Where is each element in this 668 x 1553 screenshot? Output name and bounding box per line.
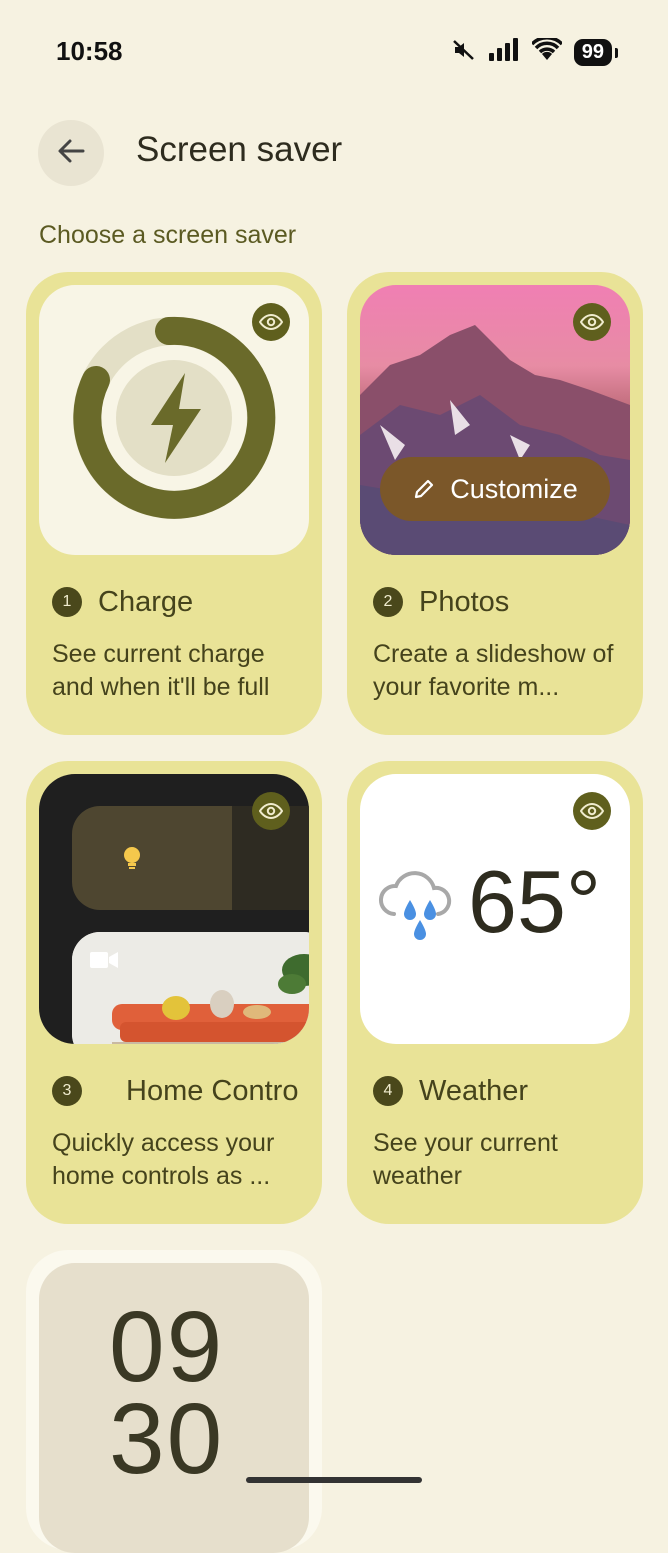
card-number-badge: 2 — [373, 587, 403, 617]
card-name: Charge — [98, 585, 194, 618]
card-name: Weather — [419, 1074, 529, 1107]
rain-cloud-icon — [378, 871, 452, 940]
eye-icon — [259, 802, 283, 820]
card-name-row: 4 Weather — [373, 1073, 528, 1109]
card-name: Home Contro — [126, 1074, 299, 1107]
eye-icon — [580, 313, 604, 331]
lightbulb-icon — [124, 847, 140, 869]
camera-tile — [72, 932, 309, 1044]
back-button[interactable] — [38, 120, 104, 186]
card-description: Quickly access your home controls as ... — [52, 1129, 275, 1190]
card-number-badge: 4 — [373, 1076, 403, 1106]
edit-pencil-icon — [415, 479, 434, 499]
weather-preview: 65° — [360, 774, 630, 1044]
card-name-row: 3 Home Contro — [52, 1073, 298, 1109]
charge-preview — [39, 285, 309, 555]
status-icons: 99 — [452, 36, 619, 67]
video-camera-icon — [90, 952, 118, 968]
preview-eye-button[interactable] — [252, 792, 290, 830]
section-label: Choose a screen saver — [39, 221, 297, 249]
living-room-photo — [72, 932, 309, 1044]
eye-icon — [580, 802, 604, 820]
status-bar: 10:58 99 — [0, 0, 668, 110]
card-number-badge: 1 — [52, 587, 82, 617]
mute-icon — [452, 38, 476, 67]
customize-button[interactable]: Customize — [380, 457, 610, 521]
card-description: Create a slideshow of your favorite m... — [373, 640, 614, 701]
screensaver-card-photos[interactable]: Customize 2 Photos Create a slideshow of… — [347, 272, 643, 735]
screensaver-card-clock[interactable]: 09 30 — [26, 1250, 322, 1553]
screensaver-card-home-controls[interactable]: 3 Home Contro Quickly access your home c… — [26, 761, 322, 1224]
screensaver-card-weather[interactable]: 65° 4 Weather See your current weather — [347, 761, 643, 1224]
preview-eye-button[interactable] — [252, 303, 290, 341]
battery-icon: 99 — [573, 39, 619, 66]
clock-preview: 09 30 — [39, 1263, 309, 1553]
card-name: Photos — [419, 585, 510, 618]
card-number-badge: 3 — [52, 1076, 82, 1106]
clock-minutes: 30 — [109, 1383, 225, 1495]
clock-digits: 09 30 — [109, 1291, 225, 1495]
eye-icon — [259, 313, 283, 331]
customize-label: Customize — [450, 473, 578, 504]
screensaver-card-charge[interactable]: 1 Charge See current charge and when it'… — [26, 272, 322, 735]
photos-preview: Customize — [360, 285, 630, 555]
status-time: 10:58 — [56, 36, 123, 66]
home-indicator[interactable] — [246, 1477, 422, 1483]
card-name-row: 1 Charge — [52, 584, 193, 620]
page-title: Screen saver — [136, 130, 343, 169]
arrow-back-icon — [56, 136, 86, 171]
clock-hours: 09 — [109, 1291, 225, 1403]
card-name-row: 2 Photos — [373, 584, 509, 620]
home-controls-preview — [39, 774, 309, 1044]
card-description: See current charge and when it'll be ful… — [52, 640, 270, 701]
card-description: See your current weather — [373, 1129, 558, 1190]
preview-eye-button[interactable] — [573, 792, 611, 830]
weather-temperature: 65° — [468, 852, 602, 951]
wifi-icon — [530, 36, 563, 67]
preview-eye-button[interactable] — [573, 303, 611, 341]
signal-icon — [488, 38, 520, 67]
